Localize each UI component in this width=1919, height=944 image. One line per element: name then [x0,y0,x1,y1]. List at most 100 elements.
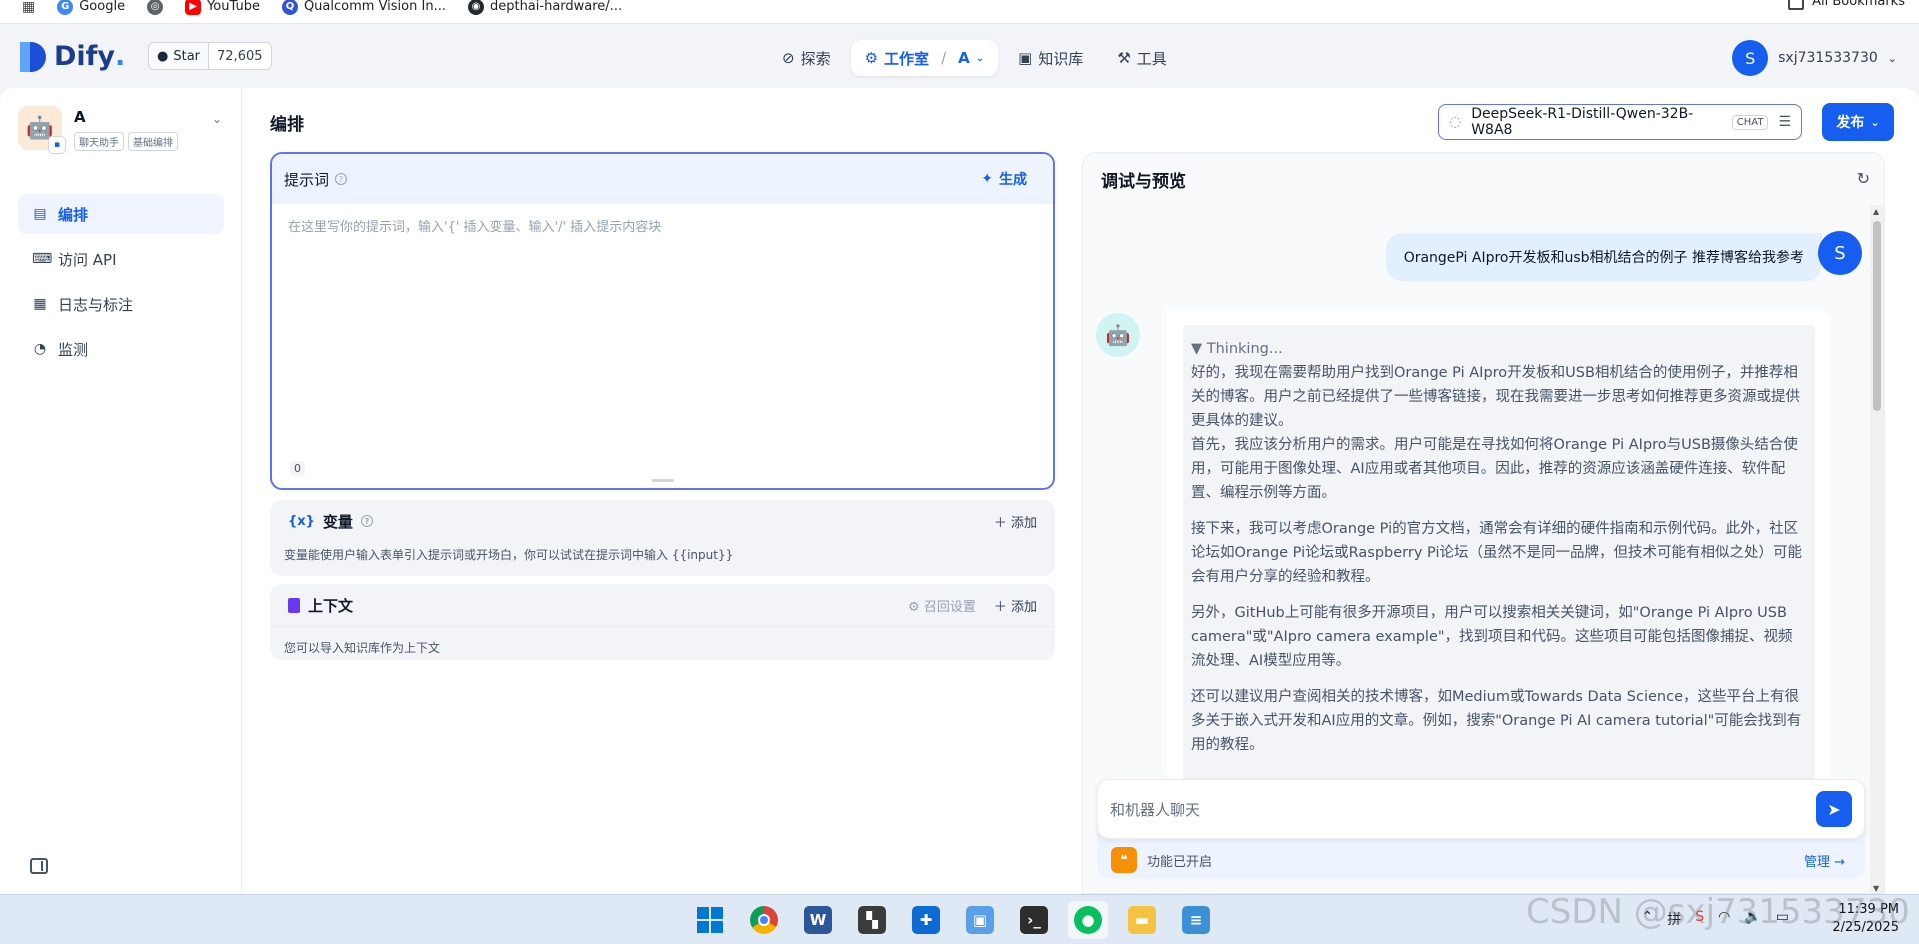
bookmark-github[interactable]: ◉ depthai-hardware/... [467,0,622,15]
collapse-sidebar-icon[interactable] [30,858,48,874]
app-icon: ▚ [858,906,886,934]
chat-input[interactable]: 和机器人聊天 ➤ [1097,779,1865,839]
sidebar-menu: ▤ 编排 ⌨ 访问 API ▦ 日志与标注 ◔ 监测 [18,194,224,374]
youtube-icon: ▶ [185,0,202,15]
taskbar-terminal[interactable]: ›_ [1014,901,1054,939]
add-context-button[interactable]: ＋ 添加 [994,596,1037,615]
app-type-tag: 聊天助手 [74,132,124,151]
nav-studio[interactable]: ⚙ 工作室 / A ⌄ [850,40,999,76]
robot-icon: ⚙ [864,49,879,67]
help-icon[interactable]: ? [360,515,373,527]
bookmark-google[interactable]: G Google [57,0,125,15]
app-info[interactable]: 🤖 ▪ A 聊天助手 基础编排 [18,106,178,154]
bookmark-qualcomm[interactable]: Q Qualcomm Vision In... [281,0,446,15]
ime-icon[interactable]: 拼 [1667,909,1681,929]
taskbar-word[interactable]: W [798,901,838,939]
variables-card: {x} 变量 ? ＋ 添加 变量能使用户输入表单引入提示词或开场白，你可以试试在… [270,500,1055,576]
publish-button[interactable]: 发布 ⌄ [1822,103,1894,141]
char-count: 0 [290,461,305,476]
folder-icon [1788,0,1805,10]
scrollbar-thumb[interactable] [1873,221,1881,411]
sogou-icon[interactable]: S [1695,909,1704,929]
context-desc: 您可以导入知识库作为上下文 [270,626,1055,668]
bookmark-youtube[interactable]: ▶ YouTube [185,0,260,15]
taskbar-notepad[interactable]: ≡ [1176,901,1216,939]
folder-icon: ▬ [1128,906,1156,934]
sparkle-icon: ✦ [981,171,993,187]
prompt-input[interactable]: 在这里写你的提示词，输入'{' 插入变量、输入'/' 插入提示内容块 [272,204,1053,247]
bookmarks-bar: ▦ G Google ◎ ▶ YouTube Q Qualcomm Vision… [0,0,1919,24]
app-icon: 🤖 ▪ [18,106,66,154]
system-tray: ⌃ 拼 S ◠ 🔈 ▭ [1641,909,1789,929]
refresh-icon[interactable]: ↻ [1857,169,1870,188]
nav-knowledge[interactable]: ▣ 知识库 [1004,40,1097,76]
wifi-icon[interactable]: ◠ [1718,909,1730,929]
taskbar-clock[interactable]: 11:39 PM 2/25/2025 [1832,901,1899,937]
taskbar-explorer[interactable]: ▬ [1122,901,1162,939]
taskbar-app-6[interactable]: ▣ [960,901,1000,939]
app-icon: ✚ [912,906,940,934]
settings-sliders-icon[interactable]: ☰ [1778,114,1791,130]
dify-logo-icon [20,41,46,72]
terminal-icon: ⌨ [32,251,53,267]
add-variable-button[interactable]: ＋ 添加 [994,512,1037,531]
thinking-paragraph: 好的，我现在需要帮助用户找到Orange Pi AIpro开发板和USB相机结合… [1191,365,1800,501]
apps-grid-button[interactable]: ▦ [22,0,35,15]
taskbar-chrome[interactable] [744,901,784,939]
model-name: DeepSeek-R1-Distill-Qwen-32B-W8A8 [1471,106,1694,138]
chevron-down-icon: ⌄ [975,52,985,64]
user-menu[interactable]: S sxj731533730 ⌄ [1732,40,1897,76]
sidebar-item-orchestrate[interactable]: ▤ 编排 [18,194,224,234]
manage-button[interactable]: 管理 → [1804,851,1845,870]
current-app-switcher[interactable]: A [958,49,970,67]
terminal-icon: ›_ [1020,906,1048,934]
model-selector[interactable]: ◌ DeepSeek-R1-Distill-Qwen-32B-W8A8 CHAT… [1438,104,1802,140]
taskbar-app-5[interactable]: ✚ [906,901,946,939]
main-panel: 🤖 ▪ A 聊天助手 基础编排 ⌄ ▤ 编排 ⌨ 访问 API ▦ 日志与标注 … [0,88,1919,894]
sidebar-item-monitor[interactable]: ◔ 监测 [18,329,224,369]
all-bookmarks-button[interactable]: All Bookmarks [1788,0,1905,10]
battery-icon[interactable]: ▭ [1776,909,1789,929]
bookmark-globe[interactable]: ◎ [147,0,164,15]
send-button[interactable]: ➤ [1816,791,1852,827]
star-count: 72,605 [217,48,263,64]
windows-icon [697,907,723,933]
help-icon[interactable]: ? [335,173,348,185]
avatar: S [1732,40,1769,76]
sidebar-item-logs[interactable]: ▦ 日志与标注 [18,284,224,324]
app-name: A [74,108,86,126]
taskbar-wechat[interactable]: ● [1068,901,1108,939]
qualcomm-icon: Q [281,0,298,15]
windows-taskbar: W ▚ ✚ ▣ ›_ ● ▬ ≡ ⌃ 拼 S ◠ 🔈 ▭ 11:39 PM 2/… [0,894,1919,944]
nav-tools[interactable]: ⚒ 工具 [1103,40,1180,76]
app-mode-tag: 基础编排 [128,132,178,151]
taskbar-app-4[interactable]: ▚ [852,901,892,939]
chat-scrollbar[interactable]: ▲ ▼ [1870,205,1884,893]
hammer-icon: ⚒ [1117,49,1131,67]
user-avatar: S [1818,231,1862,275]
main-nav: ⊘ 探索 ⚙ 工作室 / A ⌄ ▣ 知识库 ⚒ 工具 [768,40,1181,76]
start-button[interactable] [690,901,730,939]
preview-title: 调试与预览 [1101,172,1186,192]
wechat-icon: ● [1074,906,1102,934]
github-star-button[interactable]: ● Star 72,605 [148,42,272,70]
nav-explore[interactable]: ⊘ 探索 [768,40,845,76]
volume-icon[interactable]: 🔈 [1744,909,1761,929]
recall-settings-button[interactable]: ⚙ 召回设置 [908,596,976,615]
thinking-toggle[interactable]: ▼ Thinking... [1191,337,1807,361]
chat-input-placeholder: 和机器人聊天 [1110,800,1201,819]
compass-icon: ⊘ [782,49,795,67]
app-icon: ▣ [966,906,994,934]
chevron-down-icon: ⌄ [1870,115,1880,129]
thinking-paragraph: 接下来，我可以考虑Orange Pi的官方文档，通常会有详细的硬件指南和示例代码… [1191,521,1802,585]
sidebar-item-api[interactable]: ⌨ 访问 API [18,239,224,279]
user-name: sxj731533730 [1778,50,1878,66]
chevron-down-icon: ⌄ [1887,51,1897,65]
robot-icon: 🤖 [1105,323,1131,347]
resize-handle[interactable] [652,479,674,482]
chrome-icon [750,906,778,934]
dify-logo[interactable]: Dify. [20,41,125,72]
chevron-up-icon[interactable]: ⌃ [1641,909,1653,929]
app-menu-chevron-icon[interactable]: ⌄ [212,112,222,126]
generate-button[interactable]: ✦ 生成 [981,169,1027,189]
